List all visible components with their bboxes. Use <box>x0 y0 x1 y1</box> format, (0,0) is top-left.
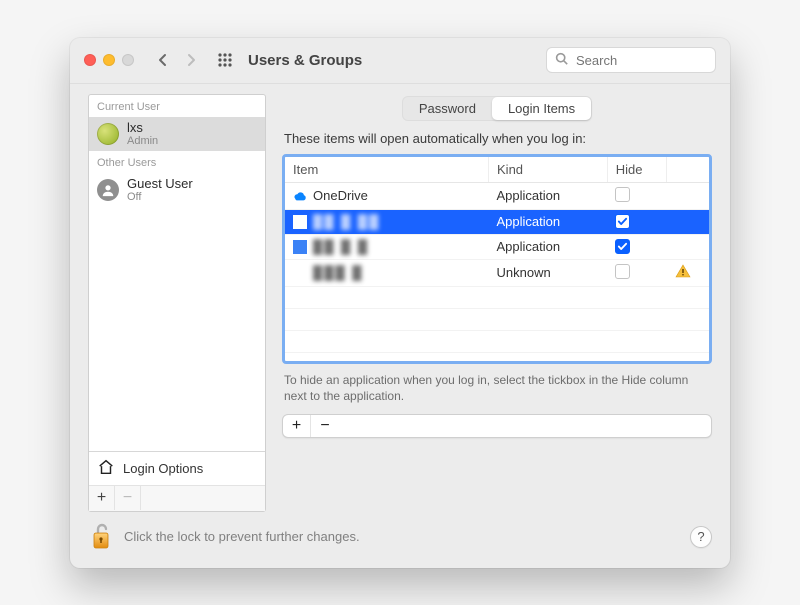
sidebar-user-current[interactable]: lxs Admin <box>89 117 265 151</box>
minimize-window-button[interactable] <box>103 54 115 66</box>
zoom-window-button <box>122 54 134 66</box>
search-field[interactable] <box>546 47 716 73</box>
table-row-empty <box>285 352 709 364</box>
col-status <box>667 157 709 183</box>
item-name: OneDrive <box>313 188 368 203</box>
close-window-button[interactable] <box>84 54 96 66</box>
table-row[interactable]: ██ █ ██ Application <box>285 209 709 234</box>
toolbar: Users & Groups <box>70 38 730 84</box>
preferences-window: Users & Groups Current User lxs Admin Ot… <box>70 38 730 568</box>
login-items-add-remove: + − <box>282 414 712 438</box>
footer: Click the lock to prevent further change… <box>70 512 730 568</box>
avatar-icon <box>97 179 119 201</box>
col-hide[interactable]: Hide <box>607 157 666 183</box>
home-icon <box>97 458 115 479</box>
tab-segment: Password Login Items <box>402 96 592 121</box>
item-name-obscured: ██ █ █ <box>313 239 369 254</box>
lock-hint-text: Click the lock to prevent further change… <box>124 529 680 544</box>
show-all-icon[interactable] <box>216 51 234 69</box>
help-button[interactable]: ? <box>690 526 712 548</box>
user-role: Off <box>127 191 193 203</box>
login-items-description: These items will open automatically when… <box>284 131 712 146</box>
users-sidebar: Current User lxs Admin Other Users Guest… <box>88 94 266 512</box>
sidebar-header-current: Current User <box>89 95 265 117</box>
hide-checkbox[interactable] <box>615 187 630 202</box>
col-item[interactable]: Item <box>285 157 489 183</box>
cloud-icon <box>293 189 307 203</box>
item-kind: Unknown <box>489 259 608 286</box>
table-row[interactable]: OneDrive Application <box>285 182 709 209</box>
main-pane: Password Login Items These items will op… <box>282 94 712 512</box>
table-row[interactable]: ██ █ █ Application <box>285 234 709 259</box>
login-items-table: Item Kind Hide OneDrive <box>282 154 712 364</box>
forward-button <box>182 51 200 69</box>
user-name: Guest User <box>127 177 193 191</box>
hide-hint-text: To hide an application when you log in, … <box>284 372 710 404</box>
item-kind: Application <box>489 182 608 209</box>
sidebar-user-guest[interactable]: Guest User Off <box>89 173 265 207</box>
app-icon <box>293 266 307 280</box>
hide-checkbox[interactable] <box>615 264 630 279</box>
hide-checkbox[interactable] <box>615 214 630 229</box>
table-row-empty <box>285 286 709 308</box>
window-controls <box>84 54 134 66</box>
search-input[interactable] <box>574 52 754 69</box>
login-options-label: Login Options <box>123 461 203 476</box>
pane-title: Users & Groups <box>248 52 536 69</box>
app-icon <box>293 240 307 254</box>
user-role: Admin <box>127 135 158 147</box>
warning-icon <box>675 266 691 281</box>
hide-checkbox[interactable] <box>615 239 630 254</box>
login-options-button[interactable]: Login Options <box>89 451 265 485</box>
remove-item-button[interactable]: − <box>311 415 339 437</box>
sidebar-add-remove: + − <box>89 485 265 511</box>
back-button[interactable] <box>154 51 172 69</box>
item-kind: Application <box>489 234 608 259</box>
avatar-icon <box>97 123 119 145</box>
content-area: Current User lxs Admin Other Users Guest… <box>70 84 730 512</box>
table-row[interactable]: ███ █ Unknown <box>285 259 709 286</box>
sidebar-header-other: Other Users <box>89 151 265 173</box>
remove-user-button: − <box>115 486 141 510</box>
user-name: lxs <box>127 121 158 135</box>
item-name-obscured: ███ █ <box>313 265 363 280</box>
table-row-empty <box>285 330 709 352</box>
tab-password[interactable]: Password <box>403 97 492 120</box>
lock-button[interactable] <box>88 522 114 552</box>
item-kind: Application <box>489 209 608 234</box>
col-kind[interactable]: Kind <box>489 157 608 183</box>
tab-login-items[interactable]: Login Items <box>492 97 591 120</box>
app-icon <box>293 215 307 229</box>
table-row-empty <box>285 308 709 330</box>
add-item-button[interactable]: + <box>283 415 311 437</box>
add-user-button[interactable]: + <box>89 486 115 510</box>
search-icon <box>555 52 568 68</box>
item-name-obscured: ██ █ ██ <box>313 214 380 229</box>
